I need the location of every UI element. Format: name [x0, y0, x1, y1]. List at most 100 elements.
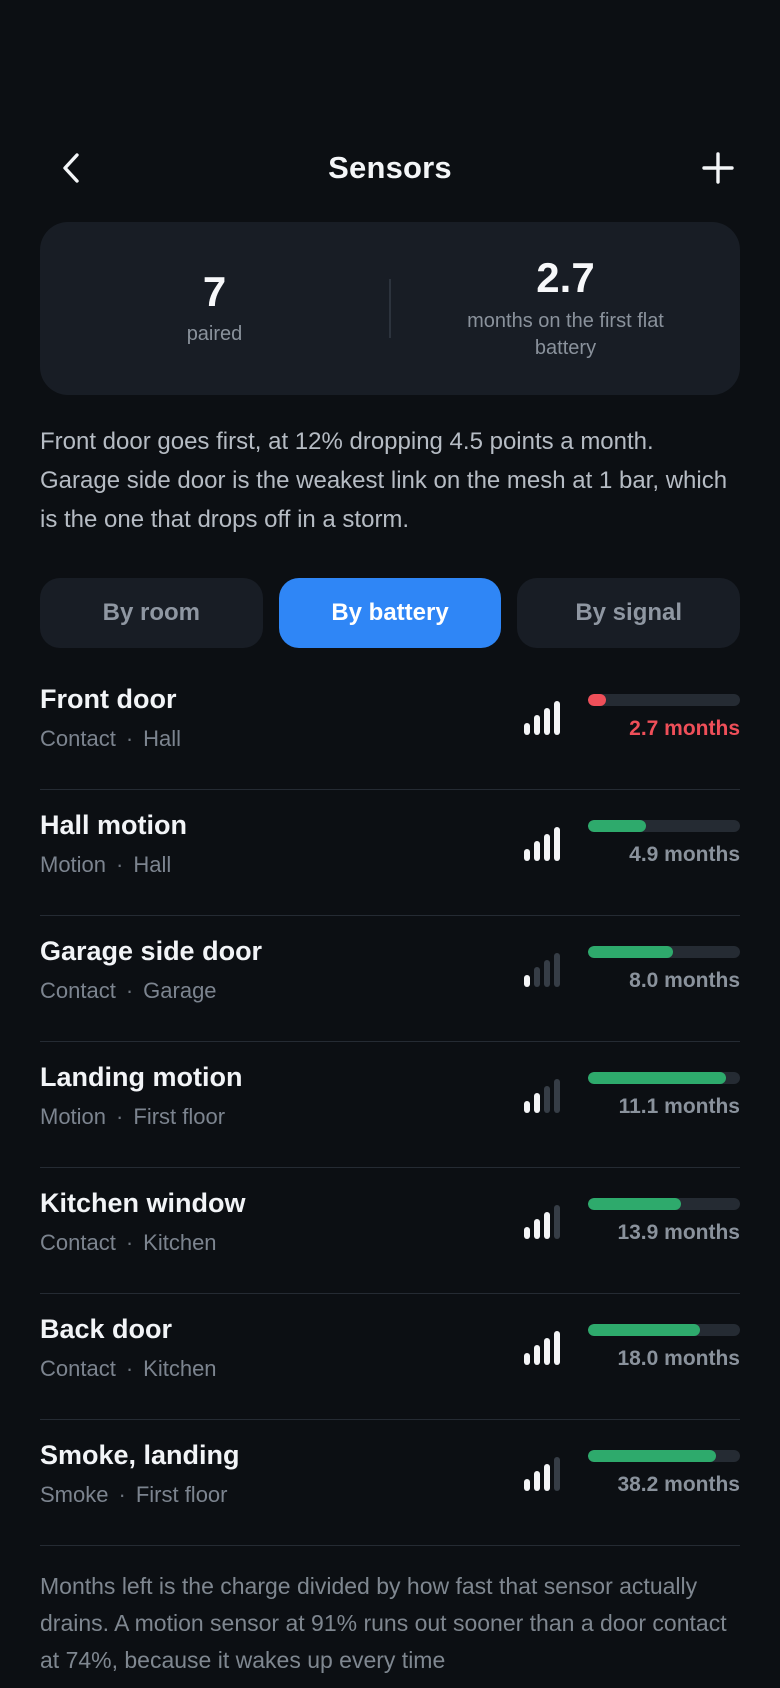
signal-bar: [524, 1353, 530, 1365]
sensor-type: Motion: [40, 1104, 107, 1129]
sensor-room: Garage: [143, 978, 217, 1003]
summary-card: 7 paired 2.7 months on the first flat ba…: [40, 222, 740, 395]
battery-level-fill: [588, 820, 646, 832]
meta-separator: ·: [125, 726, 134, 751]
battery-level-bar: [588, 1198, 740, 1210]
sensor-row[interactable]: Garage side door Contact · Garage 8.0 months: [40, 916, 740, 1042]
first-flat-label: months on the first flat battery: [467, 309, 664, 359]
signal-bar: [524, 1479, 530, 1491]
sensor-name: Kitchen window: [40, 1188, 246, 1218]
signal-bar: [554, 827, 560, 861]
back-button[interactable]: [50, 146, 94, 190]
sensor-name: Smoke, landing: [40, 1440, 240, 1470]
meta-separator: ·: [125, 978, 134, 1003]
sensor-row[interactable]: Landing motion Motion · First floor 11.1 mon…: [40, 1042, 740, 1168]
sensor-meta: Contact · Hall: [40, 726, 181, 752]
signal-strength-icon: [524, 827, 564, 861]
battery-level-bar: [588, 694, 740, 706]
sensor-type: Contact: [40, 1356, 116, 1381]
meta-separator: ·: [116, 852, 124, 877]
signal-bar: [524, 1227, 530, 1239]
signal-strength-icon: [524, 1331, 564, 1365]
sensor-row[interactable]: Hall motion Motion · Hall 4.9 months: [40, 790, 740, 916]
meta-separator: ·: [116, 1104, 124, 1129]
tab-by-battery[interactable]: By battery: [278, 578, 502, 648]
sensor-row[interactable]: Front door Contact · Hall 2.7 months: [40, 664, 740, 790]
sensor-meta: Smoke · First floor: [40, 1482, 228, 1508]
chevron-left-icon: [63, 153, 79, 183]
battery-level-bar: [588, 1072, 740, 1084]
meta-separator: ·: [118, 1482, 126, 1507]
battery-level-bar: [588, 1324, 740, 1336]
signal-bar: [544, 1212, 550, 1239]
sensor-name: Hall motion: [40, 810, 187, 840]
signal-bar: [544, 1086, 550, 1113]
sensor-row[interactable]: Back door Contact · Kitchen 18.0 months: [40, 1294, 740, 1420]
paired-stat: 7 paired: [40, 222, 389, 395]
sensor-meta: Motion · First floor: [40, 1104, 225, 1130]
paired-label: paired: [186, 323, 243, 346]
months-remaining: 8.0 months: [629, 969, 740, 992]
add-sensor-button[interactable]: [696, 146, 740, 190]
battery-level-fill: [588, 694, 607, 706]
sensor-name: Front door: [40, 684, 177, 714]
signal-bar: [544, 708, 550, 735]
signal-bar: [534, 967, 540, 987]
battery-level-fill: [588, 1072, 727, 1084]
months-remaining: 2.7 months: [629, 717, 740, 740]
sensor-room: First floor: [133, 1104, 226, 1129]
signal-bar: [524, 849, 530, 861]
app-header: Sensors: [40, 138, 740, 198]
meta-separator: ·: [125, 1230, 134, 1255]
tab-by-signal[interactable]: By signal: [517, 578, 741, 648]
battery-level-fill: [588, 1450, 716, 1462]
sensor-room: First floor: [135, 1482, 228, 1507]
first-flat-stat: 2.7 months on the first flat battery: [391, 222, 740, 395]
first-flat-months: 2.7: [536, 254, 595, 302]
signal-bar: [534, 1219, 540, 1239]
months-remaining: 11.1 months: [618, 1095, 740, 1118]
signal-bar: [524, 975, 530, 987]
sensor-type: Motion: [40, 852, 107, 877]
sensor-meta: Motion · Hall: [40, 852, 171, 878]
signal-bar: [534, 715, 540, 735]
months-remaining: 13.9 months: [617, 1221, 740, 1244]
sensor-name: Back door: [40, 1314, 173, 1344]
sensor-type: Contact: [40, 726, 116, 751]
signal-bar: [554, 1205, 560, 1239]
signal-bar: [544, 834, 550, 861]
signal-strength-icon: [524, 953, 564, 987]
sensor-type: Contact: [40, 978, 116, 1003]
sensor-name: Landing motion: [40, 1062, 243, 1092]
sensor-row[interactable]: Smoke, landing Smoke · First floor 38.2 mont…: [40, 1420, 740, 1546]
sensor-meta: Contact · Kitchen: [40, 1230, 217, 1256]
signal-bar: [534, 1093, 540, 1113]
sensor-room: Kitchen: [143, 1356, 217, 1381]
page-title: Sensors: [328, 150, 452, 185]
sensor-type: Contact: [40, 1230, 116, 1255]
signal-bar: [534, 1471, 540, 1491]
sensor-name: Garage side door: [40, 936, 263, 966]
footnote-text: Months left is the charge divided by how…: [40, 1573, 727, 1673]
plus-icon: [702, 152, 734, 184]
tab-by-room[interactable]: By room: [40, 578, 263, 648]
signal-bar: [534, 1345, 540, 1365]
sensor-row[interactable]: Kitchen window Contact · Kitchen 13.9 months: [40, 1168, 740, 1294]
signal-strength-icon: [524, 1079, 564, 1113]
sensor-meta: Contact · Garage: [40, 978, 217, 1004]
sensor-list: Front door Contact · Hall 2.7 months Hall mot…: [40, 664, 740, 1546]
sensor-room: Hall: [143, 726, 182, 751]
battery-level-bar: [588, 820, 740, 832]
battery-level-fill: [588, 1324, 701, 1336]
months-remaining: 4.9 months: [629, 843, 740, 866]
months-remaining: 38.2 months: [617, 1473, 740, 1496]
sort-tabs: By room By battery By signal: [40, 578, 741, 648]
sensor-type: Smoke: [40, 1482, 109, 1507]
signal-bar: [554, 1457, 560, 1491]
paired-count: 7: [202, 267, 227, 315]
sensor-room: Kitchen: [143, 1230, 217, 1255]
battery-level-fill: [588, 946, 674, 958]
signal-bar: [544, 960, 550, 987]
signal-bar: [524, 1101, 530, 1113]
signal-bar: [544, 1464, 550, 1491]
